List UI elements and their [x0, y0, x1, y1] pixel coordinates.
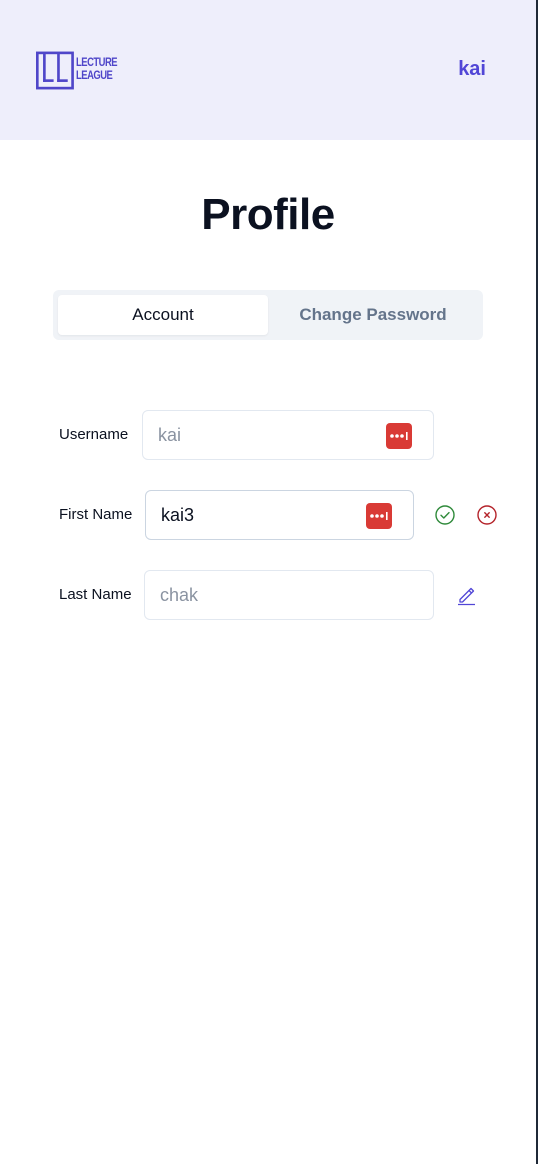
- top-header: LECTURE LEAGUE kai: [0, 0, 536, 140]
- x-circle-icon[interactable]: [476, 504, 498, 526]
- logo-mark-icon: [36, 51, 74, 89]
- page-title: Profile: [201, 190, 335, 239]
- tab-account[interactable]: Account: [58, 295, 268, 335]
- logo-line-2: LEAGUE: [75, 70, 113, 82]
- pencil-icon[interactable]: [455, 584, 477, 606]
- logo[interactable]: LECTURE LEAGUE: [36, 48, 126, 92]
- profile-tabs: Account Change Password: [53, 290, 483, 340]
- username-label: Username: [59, 426, 129, 443]
- last-name-placeholder: chak: [160, 584, 199, 605]
- last-name-field[interactable]: chak: [144, 570, 434, 620]
- check-circle-icon[interactable]: [434, 504, 456, 526]
- last-name-label: Last Name: [59, 586, 132, 603]
- logo-line-1: LECTURE: [75, 57, 118, 69]
- tab-change-password[interactable]: Change Password: [268, 295, 478, 335]
- password-manager-icon[interactable]: [386, 423, 412, 449]
- first-name-label: First Name: [59, 506, 133, 523]
- logo-wordmark: LECTURE LEAGUE: [75, 57, 118, 83]
- user-menu-link[interactable]: kai: [458, 58, 486, 81]
- first-name-field[interactable]: kai3: [145, 490, 414, 540]
- password-manager-icon[interactable]: [366, 503, 392, 529]
- username-field[interactable]: kai: [142, 410, 434, 460]
